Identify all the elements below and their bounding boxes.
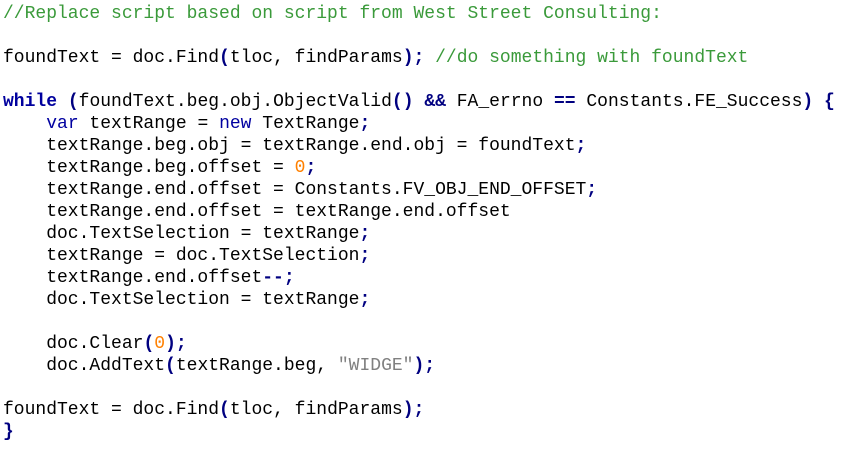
code-text: doc.AddText <box>3 356 166 376</box>
brace: } <box>3 422 14 442</box>
code-text: textRange = doc.TextSelection <box>3 246 360 266</box>
paren: ( <box>219 400 230 420</box>
paren: ); <box>165 334 187 354</box>
code-text: foundText = doc.Find <box>3 400 220 420</box>
code-text: textRange.end.offset <box>3 268 263 288</box>
code-text: doc.Clear <box>3 334 144 354</box>
code-line-20: } <box>0 421 852 443</box>
code-line-19: foundText = doc.Find(tloc, findParams); <box>0 399 852 421</box>
code-line-12: textRange = doc.TextSelection; <box>0 245 852 267</box>
semicolon: ; <box>305 158 317 178</box>
paren: ( <box>165 356 176 376</box>
code-text: TextRange <box>251 114 360 134</box>
code-text: Constants.FE_Success <box>575 92 803 112</box>
semicolon: ; <box>359 224 371 244</box>
semicolon: ; <box>359 246 371 266</box>
semicolon: ; <box>575 136 587 156</box>
code-text: textRange.beg, <box>175 356 338 376</box>
code-line-3: foundText = doc.Find(tloc, findParams); … <box>0 47 852 69</box>
code-line-10: textRange.end.offset = textRange.end.off… <box>0 201 852 223</box>
code-line-14: doc.TextSelection = textRange; <box>0 289 852 311</box>
code-text: doc.TextSelection = textRange <box>3 224 360 244</box>
keyword-var: var <box>46 114 79 134</box>
comment: //Replace script based on script from We… <box>3 4 662 24</box>
paren: ); <box>402 48 425 68</box>
paren: ) <box>802 92 814 112</box>
paren: ( <box>67 92 79 112</box>
code-text: foundText.beg.obj.ObjectValid <box>78 92 392 112</box>
operator: && <box>424 92 446 112</box>
paren: () <box>391 92 414 112</box>
code-line-5: while (foundText.beg.obj.ObjectValid() &… <box>0 91 852 113</box>
semicolon: ; <box>359 290 371 310</box>
paren: ); <box>402 400 425 420</box>
code-text: doc.TextSelection = textRange <box>3 290 360 310</box>
code-text: textRange = <box>78 114 220 134</box>
number-literal: 0 <box>294 158 306 178</box>
semicolon: ; <box>359 114 371 134</box>
paren: ); <box>413 356 436 376</box>
number-literal: 0 <box>154 334 166 354</box>
string-literal: "WIDGE" <box>337 356 414 376</box>
keyword-while: while <box>3 92 58 112</box>
semicolon: ; <box>586 180 598 200</box>
paren: ( <box>143 334 155 354</box>
code-text: tloc, findParams <box>229 48 403 68</box>
code-line-7: textRange.beg.obj = textRange.end.obj = … <box>0 135 852 157</box>
paren: ( <box>219 48 230 68</box>
code-text: textRange.end.offset = textRange.end.off… <box>3 202 511 222</box>
code-line-9: textRange.end.offset = Constants.FV_OBJ_… <box>0 179 852 201</box>
code-text: textRange.end.offset = Constants.FV_OBJ_… <box>3 180 587 200</box>
code-line-13: textRange.end.offset--; <box>0 267 852 289</box>
code-line-16: doc.Clear(0); <box>0 333 852 355</box>
code-line-1: //Replace script based on script from We… <box>0 3 852 25</box>
code-text: tloc, findParams <box>229 400 403 420</box>
brace: { <box>824 92 835 112</box>
operator: == <box>553 92 576 112</box>
operator: --; <box>262 268 295 288</box>
code-line-17: doc.AddText(textRange.beg, "WIDGE"); <box>0 355 852 377</box>
code-line-6: var textRange = new TextRange; <box>0 113 852 135</box>
code-text: textRange.beg.obj = textRange.end.obj = … <box>3 136 576 156</box>
code-line-8: textRange.beg.offset = 0; <box>0 157 852 179</box>
code-line-11: doc.TextSelection = textRange; <box>0 223 852 245</box>
comment: //do something with foundText <box>424 48 749 68</box>
keyword-new: new <box>219 114 252 134</box>
code-text: foundText = doc.Find <box>3 48 220 68</box>
code-text: textRange.beg.offset = <box>3 158 295 178</box>
code-text: FA_errno <box>445 92 554 112</box>
code-editor[interactable]: //Replace script based on script from We… <box>0 0 852 449</box>
